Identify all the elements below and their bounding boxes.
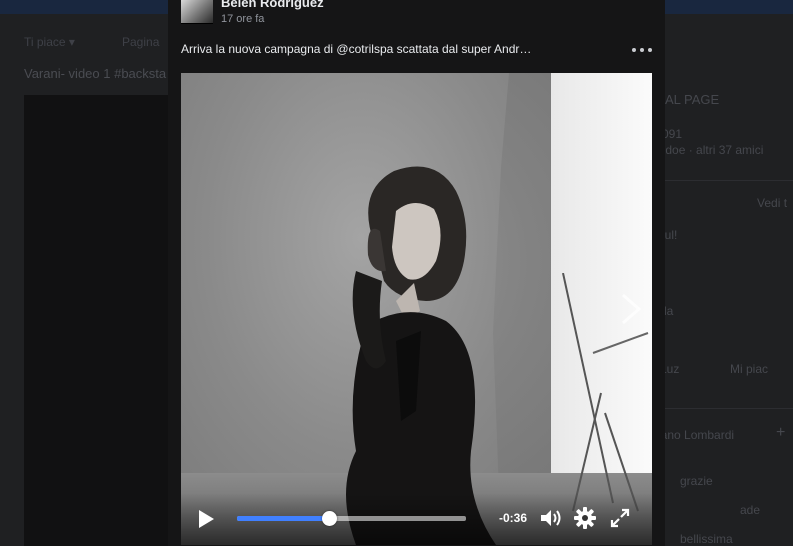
background-post-text: Varani- video 1 #backsta: [24, 66, 167, 81]
more-options-button[interactable]: [632, 44, 652, 56]
sidebar-comment: grazie: [680, 474, 713, 488]
volume-icon[interactable]: [540, 508, 564, 528]
video-player[interactable]: -0:36: [181, 73, 652, 545]
background-video-frame: [24, 95, 181, 546]
sidebar-add-icon: +: [776, 424, 786, 441]
play-icon[interactable]: [197, 509, 215, 529]
like-page-tab: Ti piace ▾: [24, 35, 75, 49]
sidebar-comment: ade: [740, 503, 761, 517]
gear-icon[interactable]: [573, 506, 597, 530]
progress-bar[interactable]: [237, 511, 466, 526]
progress-fill: [237, 516, 329, 521]
sidebar-friends-like: andoe · altri 37 amici: [652, 143, 764, 157]
sidebar-see-all: Vedi t: [757, 196, 788, 210]
author-avatar[interactable]: [181, 0, 213, 24]
sidebar-divider: [652, 408, 793, 409]
sidebar-like-button: Mi piac: [730, 362, 769, 376]
sidebar-comment: bellissima: [680, 532, 733, 546]
chevron-right-icon[interactable]: [619, 291, 643, 327]
sidebar-divider: [652, 180, 793, 181]
time-remaining: -0:36: [499, 511, 528, 525]
post-caption: Arriva la nuova campagna di @cotrilspa s…: [181, 42, 532, 56]
progress-handle[interactable]: [321, 511, 337, 526]
more-icon: [632, 48, 636, 52]
author-name[interactable]: Belén Rodriguez: [221, 0, 324, 10]
model-figure: [346, 166, 496, 545]
fullscreen-icon[interactable]: [610, 508, 630, 528]
post-timestamp[interactable]: 17 ore fa: [221, 13, 264, 25]
page-tab: Pagina: [122, 35, 160, 49]
video-controls: -0:36: [181, 493, 652, 545]
